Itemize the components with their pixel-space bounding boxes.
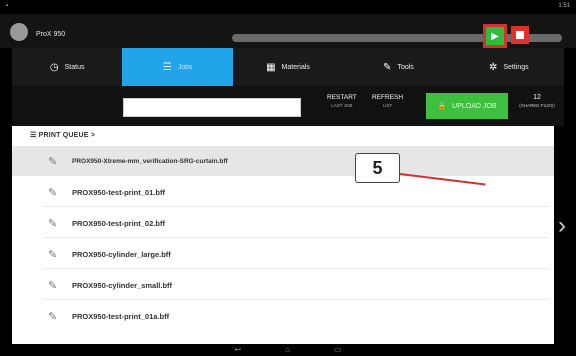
print-queue-panel: ☰ PRINT QUEUE > ✎ PROX950-Xtreme-mm_veri…	[12, 126, 554, 344]
divider	[44, 299, 548, 300]
list-icon: ☰	[162, 61, 172, 73]
status-time: 1:51	[558, 3, 570, 9]
list-item[interactable]: ✎ PROX950-Xtreme-mm_verification-SRG-cur…	[12, 146, 554, 176]
notification-icon: ▪	[6, 3, 9, 9]
home-icon[interactable]: ⌂	[285, 344, 290, 356]
callout-number: 5	[355, 153, 400, 183]
materials-icon: ▦	[266, 61, 276, 73]
tab-settings[interactable]: ✲ Settings	[454, 48, 564, 86]
gear-icon: ✲	[488, 61, 498, 73]
divider	[44, 268, 548, 269]
main-tabs: ◷ Status ☰ Jobs ▦ Materials ✎ Tools ✲ Setting…	[12, 48, 564, 86]
list-item[interactable]: ✎ PROX950-test-print_01a.bff	[12, 301, 554, 331]
shared-files-count: 12 (SHARED FILES)	[519, 94, 555, 108]
refresh-list-button[interactable]: REFRESH LIST	[372, 94, 403, 110]
android-nav-bar: ↩ ⌂ ▭	[0, 344, 576, 356]
wrench-icon: ✎	[383, 61, 392, 73]
list-item[interactable]: ✎ PROX950-cylinder_small.bff	[12, 270, 554, 300]
upload-job-button[interactable]: 🔒 UPLOAD JOB	[426, 93, 508, 119]
lock-icon: 🔒	[437, 103, 447, 110]
chevron-right-icon[interactable]: ›	[558, 212, 566, 240]
list-item[interactable]: ✎ PROX950-test-print_02.bff	[12, 208, 554, 238]
divider	[44, 206, 548, 207]
app-title: ProX 950	[36, 31, 66, 38]
back-icon[interactable]: ↩	[234, 344, 241, 356]
file-icon: ✎	[48, 310, 58, 323]
status-bar: ▪ 1:51	[0, 0, 576, 14]
tab-jobs[interactable]: ☰ Jobs	[122, 48, 233, 86]
divider	[44, 237, 548, 238]
play-button[interactable]: ▶	[483, 24, 507, 48]
list-item[interactable]: ✎ PROX950-cylinder_large.bff	[12, 239, 554, 269]
file-icon: ✎	[48, 217, 58, 230]
file-icon: ✎	[48, 155, 58, 168]
stop-icon	[516, 31, 524, 39]
restart-last-job-button[interactable]: RESTART LAST JOB	[327, 94, 357, 110]
play-icon: ▶	[491, 30, 499, 42]
tab-materials[interactable]: ▦ Materials	[233, 48, 343, 86]
print-queue-heading[interactable]: ☰ PRINT QUEUE >	[30, 131, 95, 139]
clock-icon: ◷	[49, 61, 59, 73]
recent-apps-icon[interactable]: ▭	[334, 344, 342, 356]
file-icon: ✎	[48, 279, 58, 292]
tab-status[interactable]: ◷ Status	[12, 48, 122, 86]
search-input[interactable]	[123, 98, 301, 117]
menu-icon: ☰	[30, 132, 37, 139]
file-icon: ✎	[48, 186, 58, 199]
jobs-toolbar: RESTART LAST JOB REFRESH LIST 🔒 UPLOAD J…	[12, 86, 564, 126]
stop-button[interactable]	[511, 26, 529, 44]
file-icon: ✎	[48, 248, 58, 261]
printer-logo-icon	[10, 23, 28, 41]
tab-tools[interactable]: ✎ Tools	[343, 48, 453, 86]
